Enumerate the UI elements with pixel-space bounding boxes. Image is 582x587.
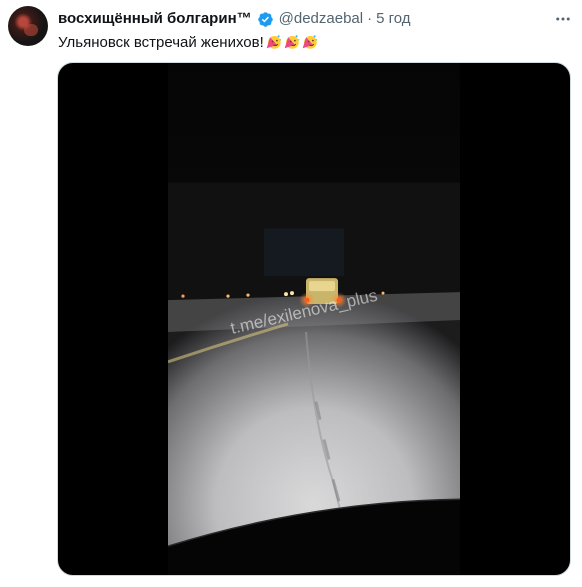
partying-face-emoji-1 <box>265 33 282 50</box>
avatar[interactable] <box>8 6 48 46</box>
separator-dot: · <box>367 10 373 27</box>
more-options-icon[interactable] <box>552 9 574 29</box>
verified-badge-icon <box>257 11 274 28</box>
partying-face-emoji-2 <box>283 33 300 50</box>
tweet-text-body: Ульяновск встречай женихов! <box>58 34 264 51</box>
video-player[interactable]: t.me/exilenova_plus <box>57 62 571 576</box>
author-name[interactable]: восхищённый болгарин™ <box>58 9 252 29</box>
partying-face-emoji-3 <box>301 33 318 50</box>
video-frame: t.me/exilenova_plus <box>168 63 460 575</box>
night-road-scene: t.me/exilenova_plus <box>168 63 460 575</box>
tweet-text: Ульяновск встречай женихов! <box>58 33 318 53</box>
tweet-header: восхищённый болгарин™ @dedzaebal · 5 год <box>58 9 411 29</box>
author-handle[interactable]: @dedzaebal <box>279 9 363 29</box>
tweet-timestamp[interactable]: 5 год <box>376 9 410 29</box>
